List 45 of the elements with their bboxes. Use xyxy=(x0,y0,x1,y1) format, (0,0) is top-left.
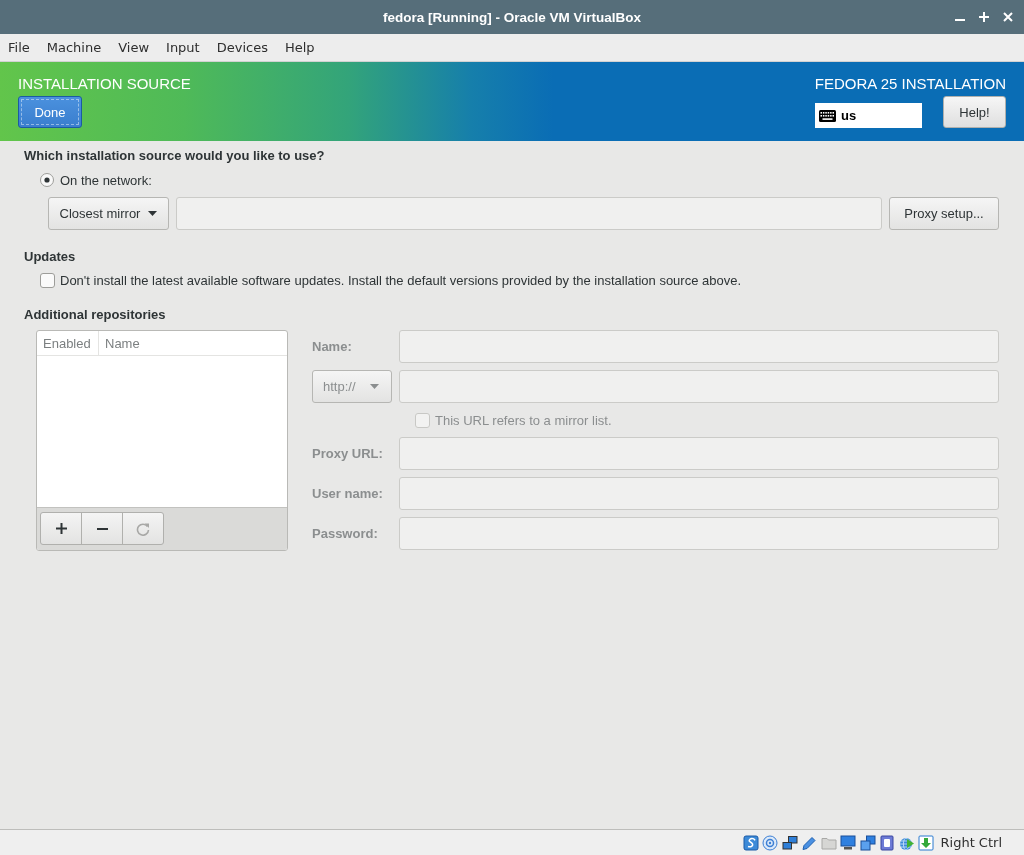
keyboard-layout-button[interactable]: us xyxy=(815,103,922,128)
menu-item[interactable]: Machine xyxy=(46,40,102,55)
checkbox-label[interactable]: Don't install the latest available software updates. Install the default versions provided by the installation source above. xyxy=(60,272,742,288)
keyboard-icon xyxy=(819,109,836,122)
menu-item[interactable]: Help xyxy=(284,40,315,55)
field-label: User name: xyxy=(312,485,384,503)
column-header: Enabled xyxy=(37,331,99,355)
disc-icon[interactable] xyxy=(762,834,778,851)
minus-icon xyxy=(96,527,108,530)
chip-icon[interactable] xyxy=(879,834,895,851)
pen-icon[interactable] xyxy=(801,834,817,851)
radio-button[interactable] xyxy=(40,173,54,187)
screen-title: INSTALLATION SOURCE xyxy=(18,76,191,92)
field-label: Name: xyxy=(312,338,353,356)
plus-icon xyxy=(55,523,67,534)
menu-item[interactable]: View xyxy=(118,40,150,55)
done-button[interactable]: Done xyxy=(18,96,82,128)
monitor-icon[interactable] xyxy=(840,834,856,851)
section-heading: Additional repositories xyxy=(24,307,167,323)
menu-item[interactable]: Input xyxy=(166,40,200,55)
down-arrow-icon[interactable] xyxy=(918,834,934,851)
checkbox[interactable] xyxy=(40,272,55,288)
proxy-setup-button[interactable]: Proxy setup... xyxy=(889,197,999,230)
caret-icon xyxy=(369,384,379,389)
monitors-icon[interactable] xyxy=(781,834,798,851)
section-heading: Updates xyxy=(24,249,77,265)
field-label: Password: xyxy=(312,525,379,543)
menu-item[interactable]: File xyxy=(8,40,30,55)
refresh-icon xyxy=(136,521,150,536)
field-label: Proxy URL: xyxy=(312,445,384,463)
column-header: Name xyxy=(104,334,141,353)
mirror-dropdown[interactable]: Closest mirror xyxy=(48,197,169,230)
add-button[interactable] xyxy=(40,512,82,545)
plus-icon[interactable] xyxy=(979,12,989,22)
close-icon[interactable] xyxy=(1003,12,1013,22)
host-key-label: Right Ctrl xyxy=(940,835,1002,850)
menu-item[interactable]: Devices xyxy=(216,40,268,55)
product-title: FEDORA 25 INSTALLATION xyxy=(814,76,1006,92)
option-label[interactable]: On the network: xyxy=(60,172,152,188)
remove-button[interactable] xyxy=(81,512,123,545)
help-button[interactable]: Help! xyxy=(943,96,1006,128)
windows-icon[interactable] xyxy=(859,834,876,851)
window-title: fedora [Running] - Oracle VM VirtualBox xyxy=(383,9,641,25)
caret-icon xyxy=(148,211,158,216)
question-label: Which installation source would you like to use? xyxy=(24,148,326,164)
